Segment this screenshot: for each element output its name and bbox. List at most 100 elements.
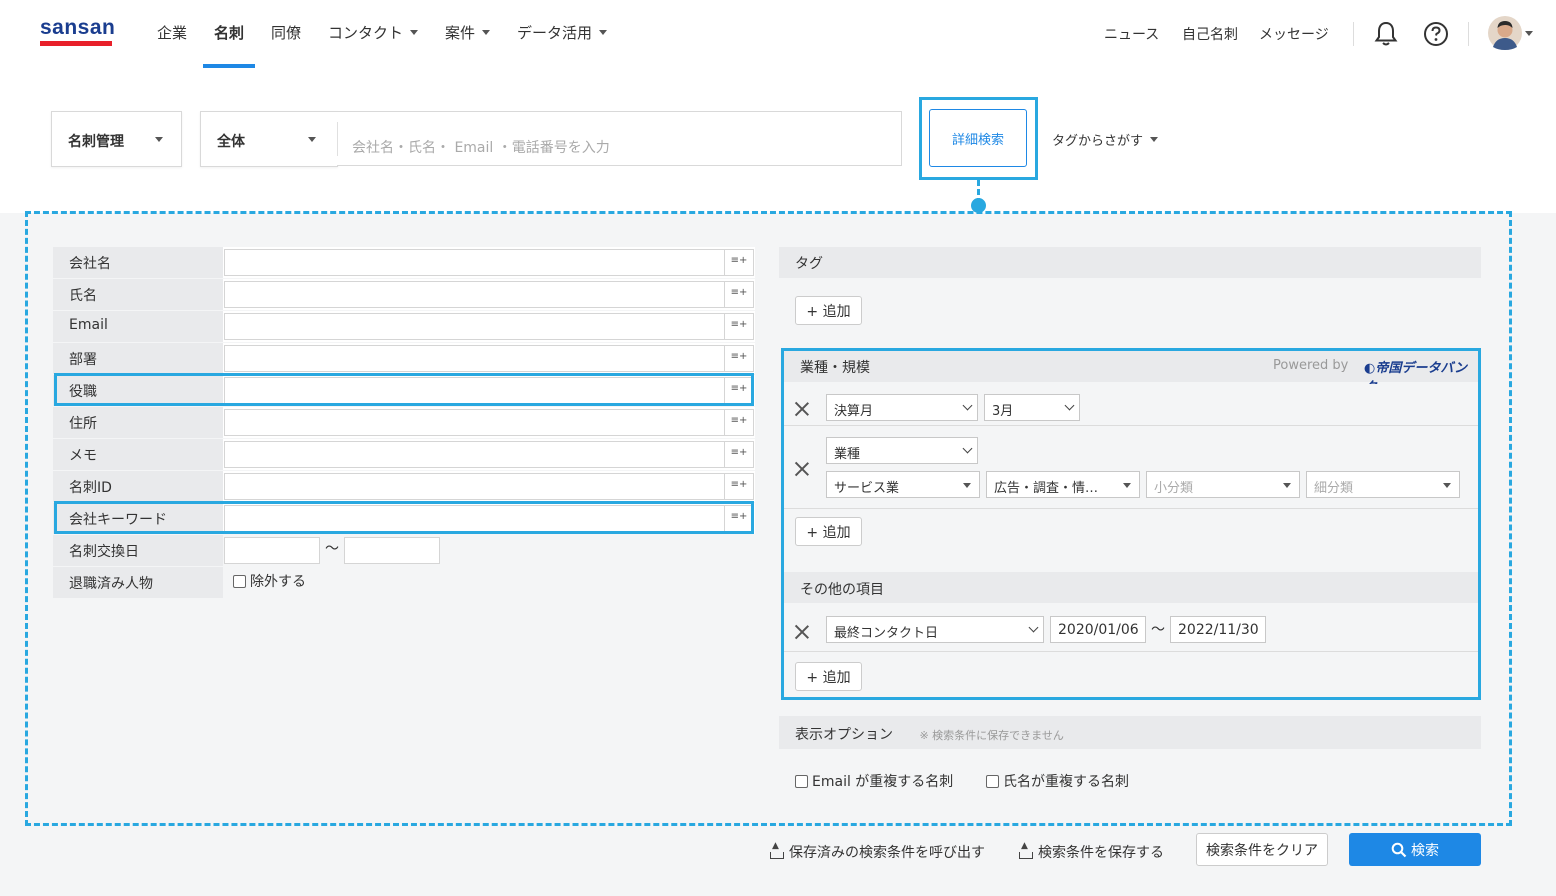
nav-colleagues[interactable]: 同僚 [271,22,301,43]
company-keyword-highlight [54,501,754,534]
list-add-icon[interactable]: ≡+ [724,281,754,308]
field-input-wrap: ≡+ [223,439,755,470]
nav-label: 案件 [445,24,476,42]
caret-down-icon [410,30,419,35]
field-row-address: 住所 ≡+ [53,407,755,439]
list-add-icon[interactable]: ≡+ [724,473,754,500]
display-options-body: Email が重複する名刺 氏名が重複する名刺 [779,751,1481,804]
industry-and-other-highlight [781,348,1481,700]
field-label: 退職済み人物 [53,567,223,598]
tag-search-label: タグからさがす [1052,134,1144,149]
field-label: 名刺ID [53,471,223,502]
upload-icon [770,841,784,859]
caret-down-icon [155,137,163,142]
advanced-search-button[interactable]: 詳細検索 [929,109,1027,167]
caret-down-icon [599,30,608,35]
checkbox-icon [986,775,999,788]
field-row-company: 会社名 ≡+ [53,247,755,279]
checkbox-label: Email が重複する名刺 [812,774,954,790]
field-label: 名刺交換日 [53,535,223,566]
scope-label: 名刺管理 [68,134,124,150]
search-button[interactable]: 検索 [1349,833,1481,866]
email-input[interactable] [224,313,724,340]
field-input-wrap: ≡+ [223,471,755,502]
field-row-retired: 退職済み人物 除外する [53,567,755,599]
search-icon [1391,842,1407,857]
add-tag-button[interactable]: + 追加 [795,296,862,325]
nav-contacts[interactable]: コンタクト [328,22,419,43]
nav-deals[interactable]: 案件 [445,22,491,43]
news-link[interactable]: ニュース [1104,24,1159,44]
bell-icon[interactable] [1374,20,1398,48]
field-label: 部署 [53,343,223,374]
nav-label: 企業 [157,24,188,42]
load-saved-conditions-link[interactable]: 保存済みの検索条件を呼び出す [770,841,985,862]
nav-label: 同僚 [271,24,302,42]
checkbox-icon [795,775,808,788]
nav-label: 名刺 [214,24,245,42]
clear-conditions-button[interactable]: 検索条件をクリア [1196,833,1328,866]
search-button-label: 検索 [1411,842,1439,859]
scope-dropdown[interactable]: 名刺管理 [51,111,182,167]
field-label: 会社名 [53,247,223,278]
caret-down-icon [1150,137,1159,142]
address-input[interactable] [224,409,724,436]
list-add-icon[interactable]: ≡+ [724,313,754,340]
tag-section-body: + 追加 [779,281,1481,343]
range-dropdown[interactable]: 全体 [200,111,338,167]
company-name-input[interactable] [224,249,724,276]
caret-down-icon [482,30,491,35]
my-card-link[interactable]: 自己名刺 [1182,24,1238,44]
card-id-input[interactable] [224,473,724,500]
link-label: 保存済みの検索条件を呼び出す [789,845,985,861]
keyword-search-input[interactable] [337,111,902,166]
nav-label: コンタクト [328,24,404,42]
save-conditions-link[interactable]: 検索条件を保存する [1019,841,1164,862]
download-icon [1019,841,1033,859]
avatar[interactable] [1488,16,1522,50]
caret-down-icon [308,137,316,142]
field-input-wrap: ≡+ [223,311,755,342]
memo-input[interactable] [224,441,724,468]
field-input-wrap: 除外する [223,567,755,598]
field-row-email: Email ≡+ [53,311,755,343]
nav-business-cards[interactable]: 名刺 [214,22,244,43]
duplicate-email-checkbox[interactable]: Email が重複する名刺 [795,771,953,791]
help-icon[interactable] [1423,21,1449,47]
field-label: 住所 [53,407,223,438]
date-separator: 〜 [325,541,339,557]
logo-underline [40,41,112,46]
department-input[interactable] [224,345,724,372]
list-add-icon[interactable]: ≡+ [724,409,754,436]
nav-companies[interactable]: 企業 [157,22,187,43]
field-input-wrap: ≡+ [223,279,755,310]
list-add-icon[interactable]: ≡+ [724,441,754,468]
list-add-icon[interactable]: ≡+ [724,345,754,372]
checkbox-label: 除外する [250,574,306,590]
field-label: メモ [53,439,223,470]
exclude-retired-checkbox[interactable]: 除外する [233,571,306,591]
field-input-wrap: ≡+ [223,407,755,438]
list-add-icon[interactable]: ≡+ [724,249,754,276]
exchange-date-from[interactable] [224,537,320,564]
duplicate-name-checkbox[interactable]: 氏名が重複する名刺 [986,771,1129,791]
link-label: 検索条件を保存する [1038,845,1164,861]
nav-data-utilization[interactable]: データ活用 [517,22,608,43]
header-divider [1353,22,1354,46]
display-options-title: 表示オプション [795,727,893,743]
field-label: 氏名 [53,279,223,310]
person-name-input[interactable] [224,281,724,308]
checkbox-icon [233,575,246,588]
exchange-date-to[interactable] [344,537,440,564]
account-caret-icon[interactable] [1525,31,1533,36]
field-input-wrap: 〜 [223,535,755,566]
nav-label: データ活用 [517,24,593,42]
title-field-highlight [54,373,754,406]
field-row-card-id: 名刺ID ≡+ [53,471,755,503]
tag-search-dropdown[interactable]: タグからさがす [1052,130,1159,149]
header-divider [1468,22,1469,46]
messages-link[interactable]: メッセージ [1259,24,1329,44]
sansan-logo[interactable]: sansan [40,16,115,40]
field-row-exchange-date: 名刺交換日 〜 [53,535,755,567]
field-input-wrap: ≡+ [223,343,755,374]
